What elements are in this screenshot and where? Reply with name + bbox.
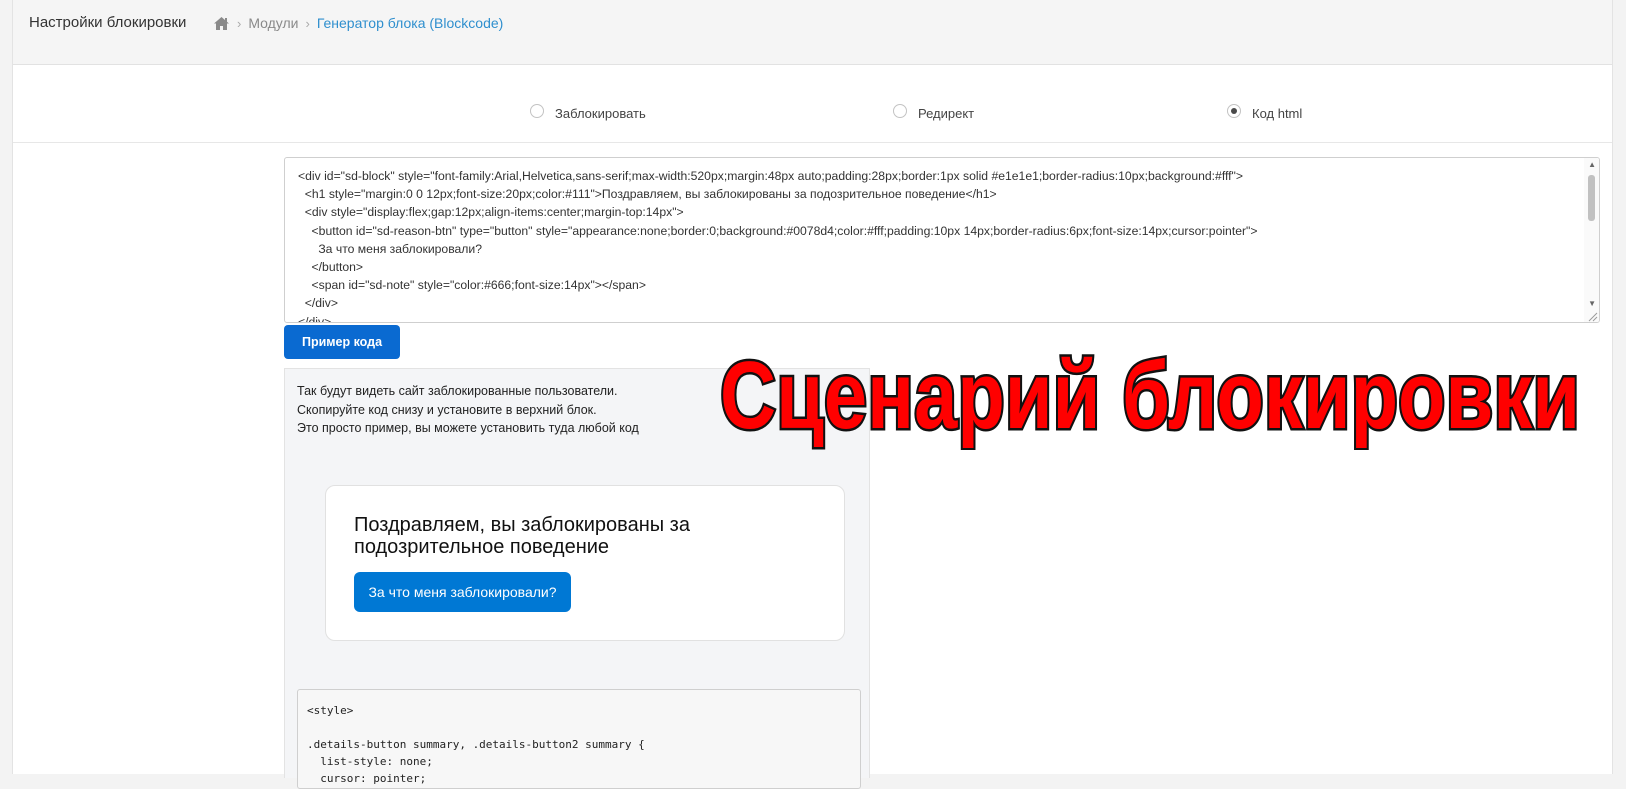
- css-line: .details-button summary, .details-button…: [307, 738, 645, 751]
- radio-html-code[interactable]: Код html: [1227, 103, 1303, 121]
- scroll-down-icon[interactable]: ▼: [1588, 299, 1596, 308]
- radio-redirect[interactable]: Редирект: [893, 103, 975, 121]
- breadcrumb: › Модули › Генератор блока (Blockcode): [213, 15, 503, 31]
- page-header: Настройки блокировки › Модули › Генерато…: [13, 0, 1612, 65]
- preview-info-line: Так будут видеть сайт заблокированные по…: [297, 384, 618, 398]
- code-line: <div id="sd-block" style="font-family:Ar…: [298, 169, 1243, 183]
- scroll-thumb[interactable]: [1588, 175, 1595, 221]
- radio-circle[interactable]: [530, 103, 544, 118]
- chevron-right-icon: ›: [237, 15, 242, 31]
- code-line: </button>: [298, 260, 364, 275]
- css-code-text[interactable]: <style> .details-button summary, .detail…: [307, 702, 645, 787]
- code-line: </div>: [298, 314, 332, 323]
- radio-label: Заблокировать: [555, 106, 646, 121]
- preview-reason-button[interactable]: За что меня заблокировали?: [354, 572, 571, 612]
- breadcrumb-item-blockcode[interactable]: Генератор блока (Blockcode): [317, 15, 503, 31]
- radio-circle-checked[interactable]: [1227, 103, 1241, 118]
- home-icon[interactable]: [213, 16, 230, 31]
- preview-block-card: Поздравляем, вы заблокированы за подозри…: [325, 485, 845, 641]
- css-line: [307, 719, 645, 736]
- css-line: list-style: none;: [307, 755, 433, 768]
- overlay-caption-text: Сценарий блокировки: [720, 342, 1580, 449]
- breadcrumb-item-modules[interactable]: Модули: [248, 15, 298, 31]
- code-line: <span id="sd-note" style="color:#666;fon…: [298, 278, 646, 293]
- scroll-up-icon[interactable]: ▲: [1588, 160, 1596, 169]
- css-code-block[interactable]: <style> .details-button summary, .detail…: [297, 689, 861, 789]
- page-title: Настройки блокировки: [29, 14, 187, 31]
- mode-selector: Заблокировать Редирект Код html: [13, 65, 1612, 143]
- code-line: <h1 style="margin:0 0 12px;font-size:20p…: [298, 187, 997, 202]
- code-line: <button id="sd-reason-btn" type="button"…: [298, 223, 1258, 238]
- radio-block[interactable]: Заблокировать: [530, 103, 646, 121]
- radio-label: Редирект: [918, 106, 975, 121]
- chevron-right-icon: ›: [305, 15, 310, 31]
- radio-circle[interactable]: [893, 103, 907, 118]
- preview-info-line: Скопируйте код снизу и установите в верх…: [297, 402, 597, 417]
- example-code-button[interactable]: Пример кода: [284, 325, 400, 359]
- preview-info-line: Это просто пример, вы можете установить …: [297, 421, 639, 435]
- code-line: </div>: [298, 296, 338, 311]
- code-line: За что меня заблокировали?: [298, 241, 483, 256]
- preview-card-title: Поздравляем, вы заблокированы за подозри…: [354, 514, 690, 558]
- css-line: <style>: [307, 704, 354, 717]
- preview-info: Так будут видеть сайт заблокированные по…: [297, 382, 639, 438]
- code-text[interactable]: <div id="sd-block" style="font-family:Ar…: [298, 167, 1579, 323]
- html-code-textarea[interactable]: <div id="sd-block" style="font-family:Ar…: [284, 157, 1600, 323]
- css-line: cursor: pointer;: [307, 772, 427, 785]
- overlay-caption: Сценарий блокировки: [700, 342, 1600, 450]
- code-line: <div style="display:flex;gap:12px;align-…: [298, 205, 684, 220]
- resize-grip-icon[interactable]: [1586, 309, 1598, 322]
- radio-label: Код html: [1252, 106, 1303, 121]
- scrollbar[interactable]: ▲ ▼: [1584, 158, 1599, 322]
